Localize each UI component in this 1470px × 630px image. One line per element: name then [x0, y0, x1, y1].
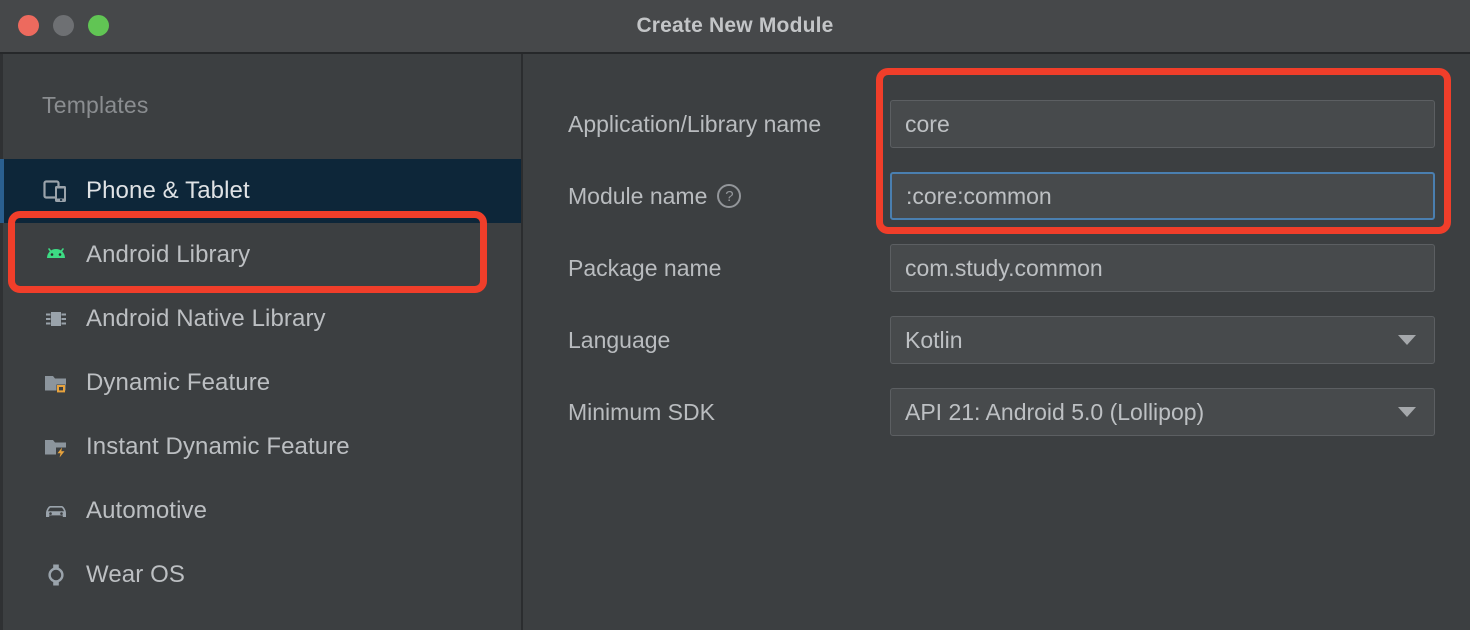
sidebar-item-label: Wear OS — [86, 561, 185, 588]
sidebar-item-phone-tablet[interactable]: Phone & Tablet — [0, 159, 521, 223]
sidebar-item-label: Android Library — [86, 241, 251, 268]
minimum-sdk-value: API 21: Android 5.0 (Lollipop) — [905, 398, 1205, 425]
templates-list: Phone & Tablet Android Library Android N… — [0, 159, 521, 607]
folder-module-icon — [42, 369, 70, 397]
chevron-down-icon — [1398, 335, 1416, 345]
templates-sidebar: Templates Phone & Tablet Android Library… — [0, 54, 523, 630]
sidebar-item-automotive[interactable]: Automotive — [0, 479, 521, 543]
application-library-name-input[interactable]: core — [890, 100, 1435, 148]
car-icon — [42, 497, 70, 525]
module-name-label: Module name ? — [568, 183, 742, 210]
folder-lightning-icon — [42, 433, 70, 461]
module-name-input[interactable]: :core:common — [890, 172, 1435, 220]
window-title: Create New Module — [636, 14, 834, 37]
application-library-name-label: Application/Library name — [568, 110, 822, 137]
package-name-label: Package name — [568, 254, 722, 281]
create-new-module-dialog: Create New Module Templates Phone & Tabl… — [0, 0, 1470, 630]
form-row-minimum-sdk: Minimum SDK API 21: Android 5.0 (Lollipo… — [525, 386, 1470, 438]
form-row-language: Language Kotlin — [525, 314, 1470, 366]
dialog-body: Templates Phone & Tablet Android Library… — [0, 54, 1470, 630]
chevron-down-icon — [1398, 407, 1416, 417]
form-row-package-name: Package name com.study.common — [525, 242, 1470, 294]
sidebar-item-label: Instant Dynamic Feature — [86, 433, 350, 460]
module-form: Application/Library name core Module nam… — [525, 54, 1470, 630]
form-row-application-library-name: Application/Library name core — [525, 98, 1470, 150]
title-bar: Create New Module — [0, 0, 1470, 54]
package-name-input[interactable]: com.study.common — [890, 244, 1435, 292]
sidebar-item-dynamic-feature[interactable]: Dynamic Feature — [0, 351, 521, 415]
sidebar-item-android-native-library[interactable]: Android Native Library — [0, 287, 521, 351]
minimum-sdk-dropdown[interactable]: API 21: Android 5.0 (Lollipop) — [890, 388, 1435, 436]
language-value: Kotlin — [905, 326, 963, 353]
android-robot-icon — [42, 241, 70, 269]
sidebar-item-android-library[interactable]: Android Library — [0, 223, 521, 287]
form-row-module-name: Module name ? :core:common — [525, 170, 1470, 222]
language-dropdown[interactable]: Kotlin — [890, 316, 1435, 364]
templates-header: Templates — [42, 92, 149, 118]
watch-icon — [42, 561, 70, 589]
sidebar-item-label: Automotive — [86, 497, 208, 524]
minimum-sdk-label: Minimum SDK — [568, 398, 715, 425]
help-icon[interactable]: ? — [717, 184, 742, 208]
sidebar-item-label: Android Native Library — [86, 305, 326, 332]
sidebar-item-label: Phone & Tablet — [86, 177, 250, 204]
sidebar-item-wear-os[interactable]: Wear OS — [0, 543, 521, 607]
sidebar-item-label: Dynamic Feature — [86, 369, 271, 396]
phone-tablet-icon — [42, 177, 70, 205]
chip-icon — [42, 305, 70, 333]
sidebar-item-instant-dynamic-feature[interactable]: Instant Dynamic Feature — [0, 415, 521, 479]
language-label: Language — [568, 326, 671, 353]
